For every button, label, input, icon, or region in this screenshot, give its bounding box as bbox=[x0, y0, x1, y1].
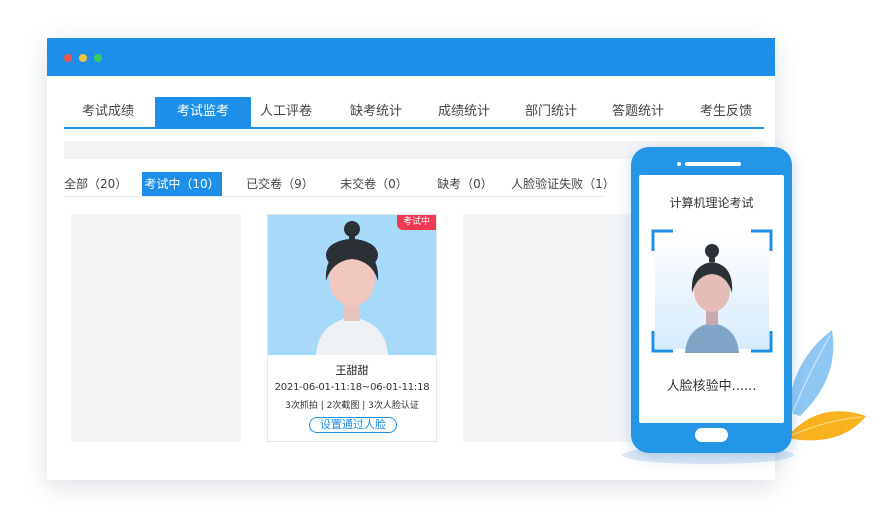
tab-absence-stats[interactable]: 缺考统计 bbox=[340, 97, 412, 127]
candidate-card-placeholder bbox=[71, 214, 241, 442]
filter-face-failed[interactable]: 人脸验证失败（1） bbox=[505, 172, 621, 196]
exam-time-range: 2021-06-01-11:18~06-01-11:18 bbox=[274, 382, 430, 393]
tab-score-stats[interactable]: 成绩统计 bbox=[428, 97, 500, 127]
speaker-icon bbox=[685, 162, 741, 166]
camera-icon bbox=[677, 162, 681, 166]
title-bar bbox=[47, 38, 775, 76]
face-verification-status: 人脸核验中...... bbox=[666, 379, 757, 394]
filter-not-submitted[interactable]: 未交卷（0） bbox=[336, 172, 412, 196]
status-badge: 考试中 bbox=[396, 215, 436, 230]
main-tabs: 考试成绩 考试监考 人工评卷 缺考统计 成绩统计 部门统计 答题统计 考生反馈 bbox=[64, 97, 764, 129]
home-button[interactable] bbox=[695, 428, 728, 442]
avatar-icon bbox=[316, 221, 388, 355]
tab-answer-stats[interactable]: 答题统计 bbox=[602, 97, 674, 127]
tab-exam-scores[interactable]: 考试成绩 bbox=[64, 97, 152, 127]
filter-in-progress[interactable]: 考试中（10） bbox=[142, 172, 222, 196]
candidate-card-placeholder bbox=[463, 214, 633, 442]
phone-exam-title: 计算机理论考试 bbox=[669, 196, 754, 210]
candidate-card[interactable]: 考试中 王甜甜 2021-06-01-11:18~06-01-11:18 3次抓… bbox=[267, 214, 437, 442]
tab-manual-grading[interactable]: 人工评卷 bbox=[254, 97, 318, 127]
close-dot-icon[interactable] bbox=[64, 54, 72, 62]
tab-exam-monitor[interactable]: 考试监考 bbox=[155, 97, 251, 127]
phone-mockup: 计算机理论考试 人脸核验中...... bbox=[631, 147, 792, 453]
tab-candidate-feedback[interactable]: 考生反馈 bbox=[688, 97, 764, 127]
filter-divider bbox=[64, 196, 604, 197]
set-pass-face-button[interactable]: 设置通过人脸 bbox=[309, 417, 397, 433]
filter-all[interactable]: 全部（20） bbox=[64, 172, 127, 196]
phone-screen: 计算机理论考试 人脸核验中...... bbox=[639, 175, 784, 423]
status-filters: 全部（20） 考试中（10） 已交卷（9） 未交卷（0） 缺考（0） 人脸验证失… bbox=[64, 172, 624, 198]
candidate-name: 王甜甜 bbox=[335, 364, 369, 377]
tab-department-stats[interactable]: 部门统计 bbox=[515, 97, 587, 127]
maximize-dot-icon[interactable] bbox=[94, 54, 102, 62]
candidate-photo: 考试中 bbox=[268, 215, 436, 355]
filter-absent[interactable]: 缺考（0） bbox=[434, 172, 496, 196]
capture-stats: 3次抓拍 | 2次截图 | 3次人脸认证 bbox=[285, 401, 419, 411]
face-scan-icon bbox=[651, 229, 773, 353]
minimize-dot-icon[interactable] bbox=[79, 54, 87, 62]
filter-submitted[interactable]: 已交卷（9） bbox=[242, 172, 318, 196]
